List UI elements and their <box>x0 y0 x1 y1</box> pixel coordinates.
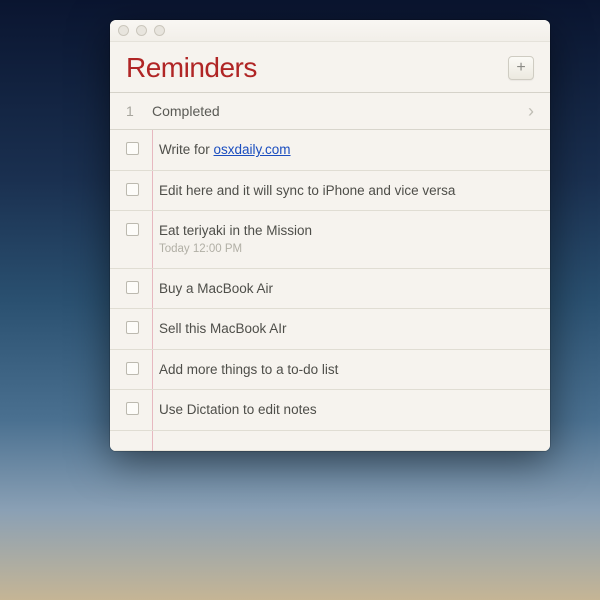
completed-row[interactable]: 1 Completed › <box>110 93 550 130</box>
chevron-right-icon: › <box>528 101 534 122</box>
reminder-checkbox[interactable] <box>126 321 139 334</box>
add-reminder-button[interactable]: + <box>508 56 534 80</box>
empty-ruled-line <box>110 431 550 451</box>
close-window-button[interactable] <box>118 25 129 36</box>
reminder-checkbox[interactable] <box>126 281 139 294</box>
reminder-text: Sell this MacBook AIr <box>159 320 534 338</box>
reminder-checkbox[interactable] <box>126 183 139 196</box>
header: Reminders + <box>110 42 550 93</box>
reminder-text: Use Dictation to edit notes <box>159 401 534 419</box>
reminder-checkbox[interactable] <box>126 142 139 155</box>
reminder-text: Eat teriyaki in the Mission <box>159 222 534 240</box>
reminder-item[interactable]: Write for osxdaily.com <box>110 130 550 171</box>
reminders-list: Write for osxdaily.com Edit here and it … <box>110 130 550 451</box>
app-title: Reminders <box>126 52 257 84</box>
reminder-due-date: Today 12:00 PM <box>159 242 534 257</box>
minimize-window-button[interactable] <box>136 25 147 36</box>
reminder-item[interactable]: Sell this MacBook AIr <box>110 309 550 350</box>
reminder-link[interactable]: osxdaily.com <box>214 142 291 157</box>
reminder-text: Edit here and it will sync to iPhone and… <box>159 182 534 200</box>
reminder-item[interactable]: Buy a MacBook Air <box>110 269 550 310</box>
reminder-item[interactable]: Eat teriyaki in the Mission Today 12:00 … <box>110 211 550 268</box>
reminder-item[interactable]: Add more things to a to-do list <box>110 350 550 391</box>
plus-icon: + <box>516 59 525 77</box>
reminder-text: Write for osxdaily.com <box>159 141 534 159</box>
window-titlebar <box>110 20 550 42</box>
reminder-item[interactable]: Use Dictation to edit notes <box>110 390 550 431</box>
reminder-checkbox[interactable] <box>126 362 139 375</box>
completed-label: Completed <box>152 103 220 119</box>
reminder-checkbox[interactable] <box>126 223 139 236</box>
reminder-checkbox[interactable] <box>126 402 139 415</box>
zoom-window-button[interactable] <box>154 25 165 36</box>
reminders-window: Reminders + 1 Completed › Write for osxd… <box>110 20 550 451</box>
reminder-item[interactable]: Edit here and it will sync to iPhone and… <box>110 171 550 212</box>
reminder-text: Buy a MacBook Air <box>159 280 534 298</box>
reminder-text: Add more things to a to-do list <box>159 361 534 379</box>
completed-count: 1 <box>126 103 152 119</box>
